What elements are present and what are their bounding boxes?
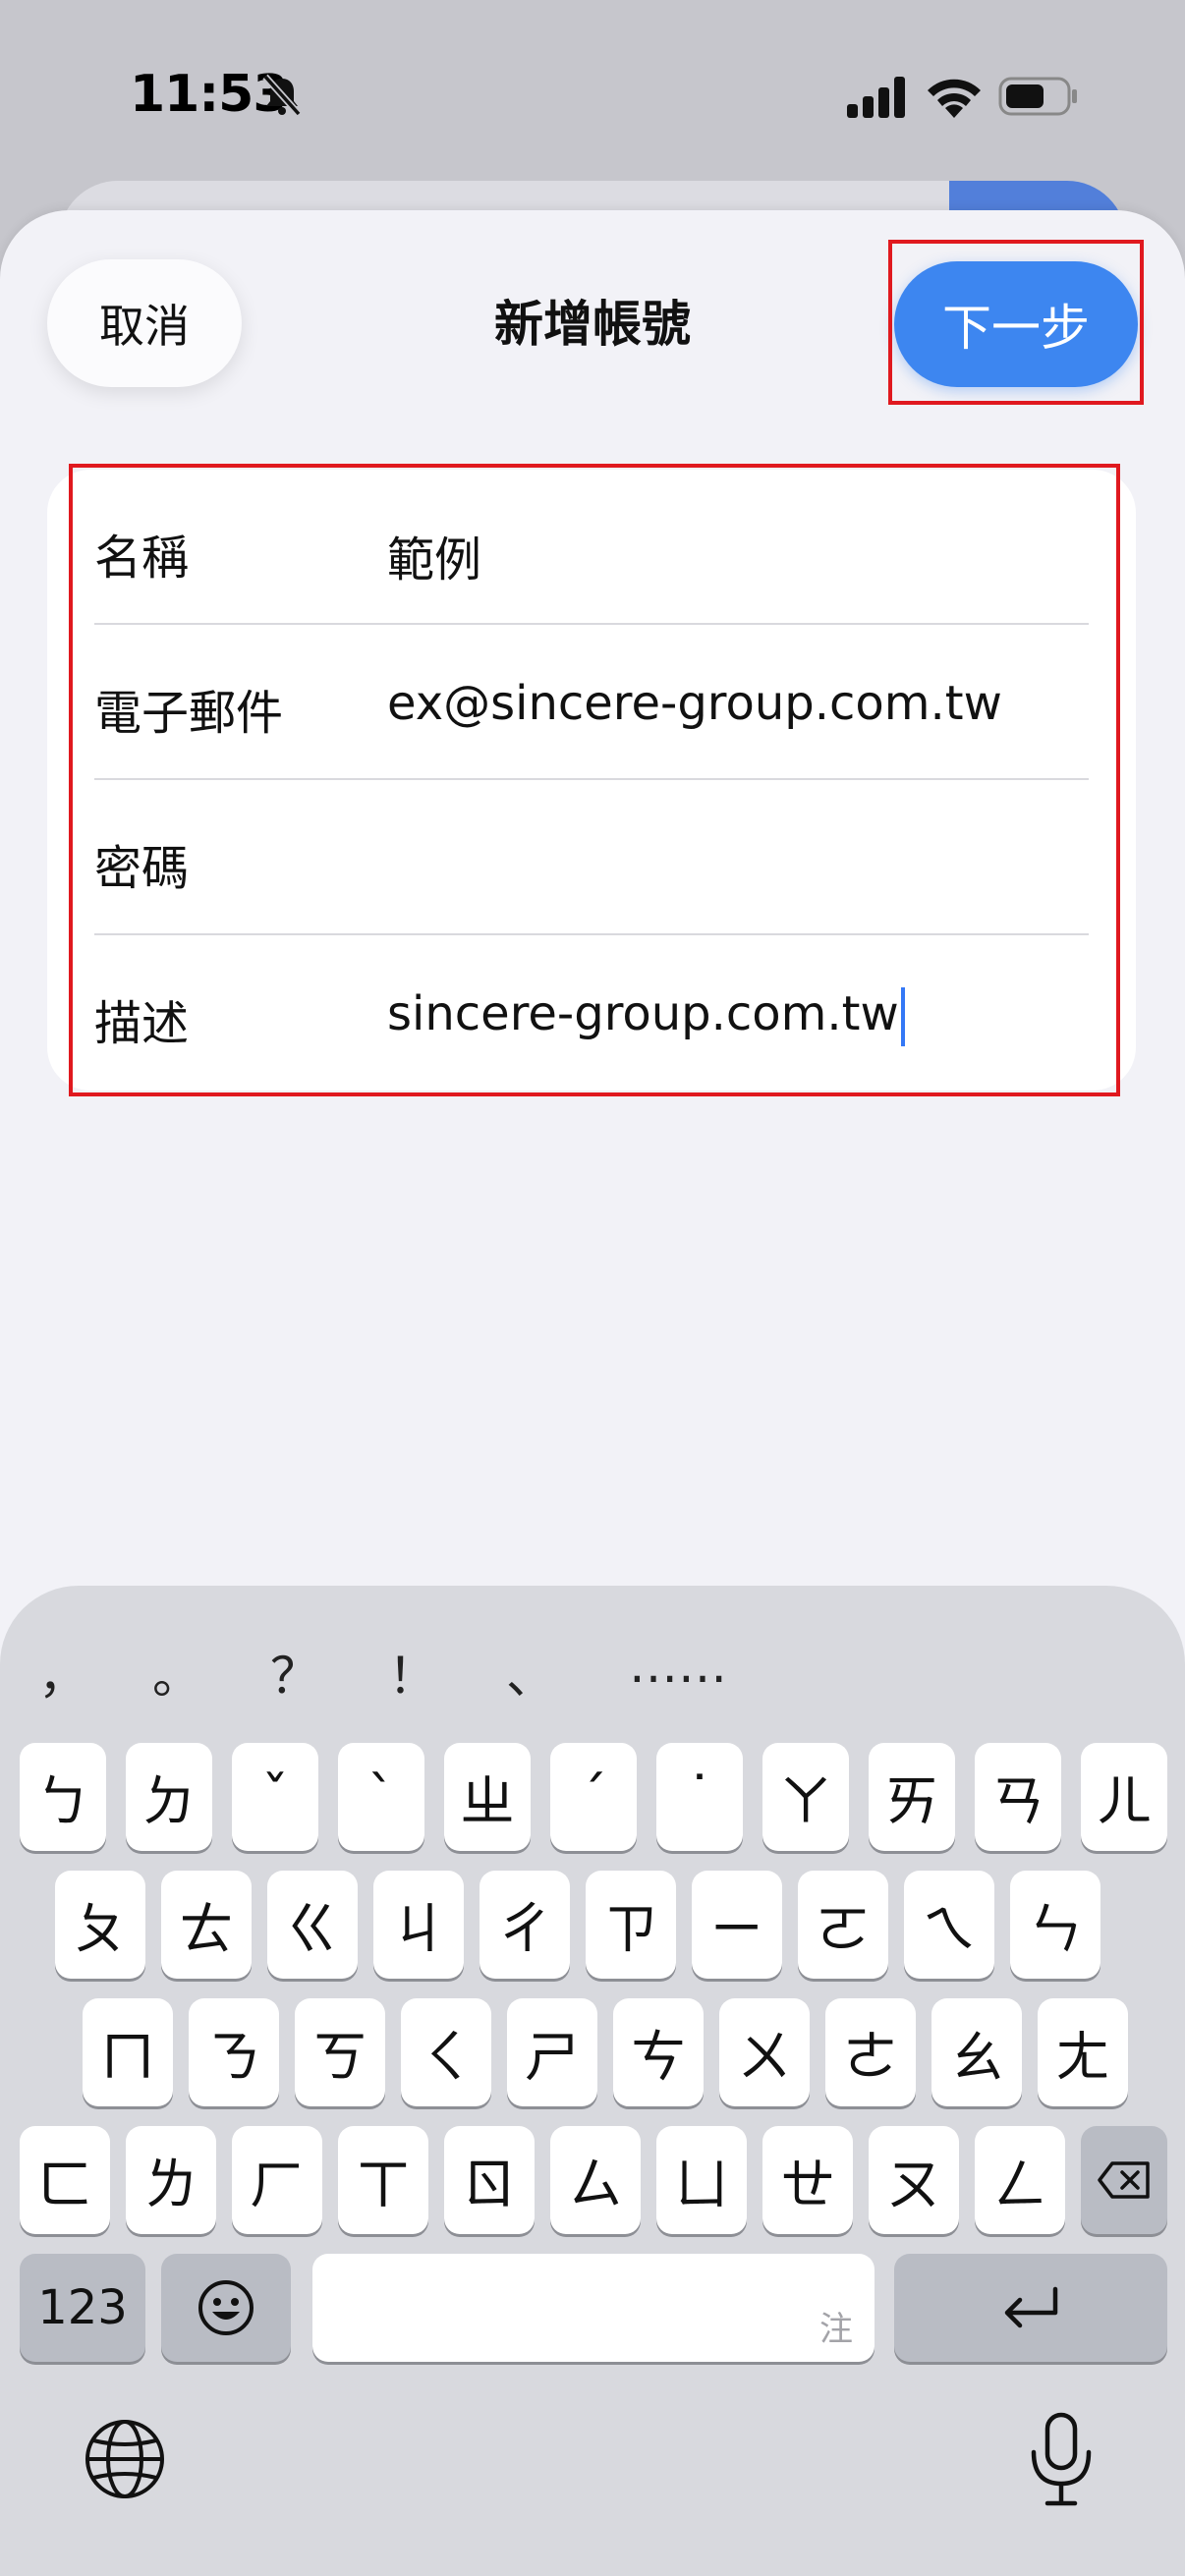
key-tone3[interactable]: ˇ [232,1743,318,1851]
candidate-question[interactable]: ？ [255,1637,334,1708]
key-ou[interactable]: ㄡ [869,2126,959,2234]
key-h[interactable]: ㄏ [232,2126,322,2234]
key-an[interactable]: ㄢ [975,1743,1061,1851]
microphone-icon[interactable] [1022,2411,1100,2509]
key-n[interactable]: ㄋ [189,1998,279,2106]
emoji-icon [198,2280,254,2335]
key-tone2[interactable]: ˊ [550,1743,637,1851]
wifi-icon [928,79,981,118]
battery-icon [998,77,1077,116]
status-bar: 11:53 [0,0,1185,187]
key-yu[interactable]: ㄩ [656,2126,747,2234]
key-t[interactable]: ㄊ [161,1871,252,1979]
candidate-enumeration[interactable]: 、 [491,1637,570,1708]
form-highlight [69,464,1120,1096]
emoji-key[interactable] [161,2254,291,2362]
candidate-period[interactable]: 。 [138,1637,216,1708]
key-p[interactable]: ㄆ [55,1871,145,1979]
candidate-ellipsis[interactable]: …… [619,1637,737,1694]
return-key[interactable] [894,2254,1167,2362]
cellular-signal-icon [847,77,905,118]
key-ang[interactable]: ㄤ [1038,1998,1128,2106]
key-i[interactable]: ㄧ [692,1871,782,1979]
key-r[interactable]: ㄖ [444,2126,535,2234]
key-ch[interactable]: ㄔ [480,1871,570,1979]
key-s[interactable]: ㄙ [550,2126,641,2234]
candidate-comma[interactable]: ， [24,1637,102,1708]
key-l[interactable]: ㄌ [126,2126,216,2234]
candidate-exclamation[interactable]: ！ [373,1637,452,1708]
key-g[interactable]: ㄍ [267,1871,358,1979]
key-f[interactable]: ㄈ [20,2126,110,2234]
key-neutral-tone[interactable]: ˙ [656,1743,743,1851]
key-ai[interactable]: ㄞ [869,1743,955,1851]
key-d[interactable]: ㄉ [126,1743,212,1851]
key-x[interactable]: ㄒ [338,2126,428,2234]
key-u[interactable]: ㄨ [719,1998,810,2106]
key-zh[interactable]: ㄓ [444,1743,531,1851]
key-eh[interactable]: ㄝ [762,2126,853,2234]
space-key-hint: 注 [819,2310,853,2349]
next-button-highlight [888,240,1144,405]
key-tone4[interactable]: ˋ [338,1743,424,1851]
key-b[interactable]: ㄅ [20,1743,106,1851]
key-ei[interactable]: ㄟ [904,1871,994,1979]
key-en[interactable]: ㄣ [1010,1871,1100,1979]
candidate-bar: ， 。 ？ ！ 、 …… [0,1586,1185,1733]
space-key[interactable]: 注 [312,2254,875,2362]
return-icon [1004,2286,1058,2328]
key-c[interactable]: ㄘ [613,1998,704,2106]
globe-icon[interactable] [83,2417,167,2501]
zhuyin-keyboard: ， 。 ？ ！ 、 …… ㄅ ㄉ ˇ ˋ ㄓ ˊ ˙ ㄚ ㄞ ㄢ ㄦ ㄆ ㄊ ㄍ… [0,1586,1185,2576]
key-j[interactable]: ㄐ [373,1871,464,1979]
key-sh[interactable]: ㄕ [507,1998,597,2106]
key-q[interactable]: ㄑ [401,1998,491,2106]
key-eng[interactable]: ㄥ [975,2126,1065,2234]
key-a[interactable]: ㄚ [762,1743,849,1851]
key-m[interactable]: ㄇ [83,1998,173,2106]
numbers-key[interactable]: 123 [20,2254,145,2362]
key-er[interactable]: ㄦ [1081,1743,1167,1851]
key-ao[interactable]: ㄠ [931,1998,1022,2106]
key-z[interactable]: ㄗ [586,1871,676,1979]
key-e[interactable]: ㄜ [825,1998,916,2106]
delete-icon [1098,2161,1150,2199]
key-o[interactable]: ㄛ [798,1871,888,1979]
bell-slash-icon [262,74,302,117]
key-k[interactable]: ㄎ [295,1998,385,2106]
delete-key[interactable] [1081,2126,1167,2234]
